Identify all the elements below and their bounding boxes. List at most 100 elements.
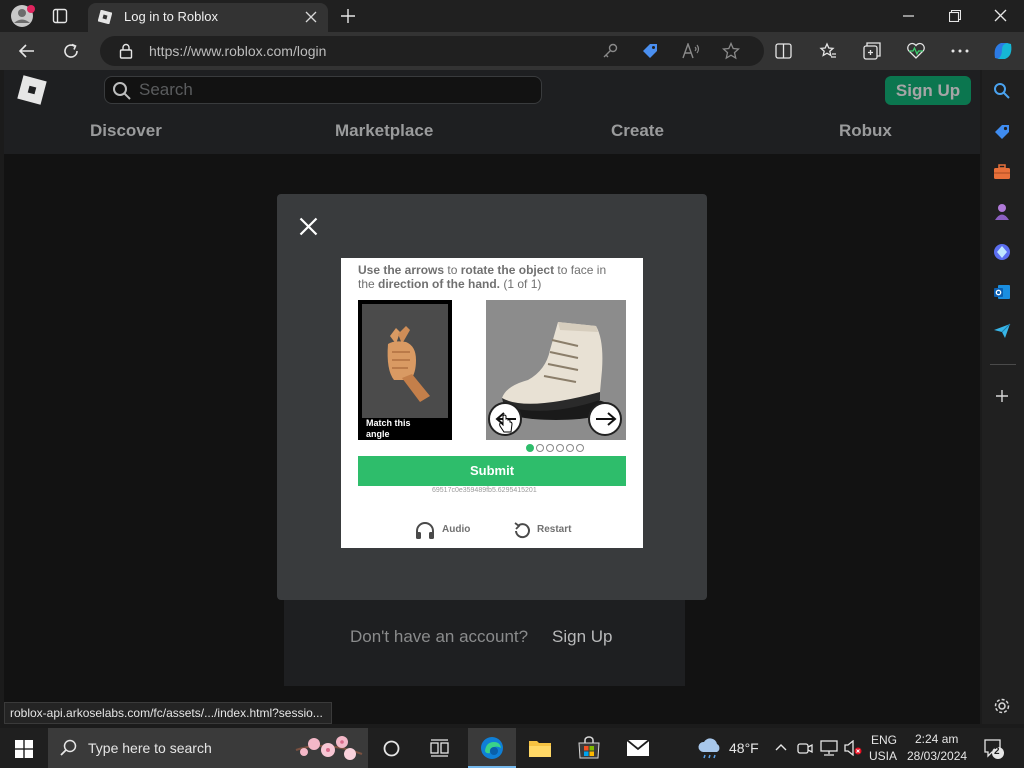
nav-discover[interactable]: Discover xyxy=(90,121,162,141)
favorite-star-icon[interactable] xyxy=(722,42,740,60)
restart-button[interactable]: Restart xyxy=(513,520,577,542)
instr-end-1: to face in xyxy=(554,263,607,277)
close-window-icon[interactable] xyxy=(994,9,1007,22)
split-screen-icon[interactable] xyxy=(775,43,792,59)
nav-create[interactable]: Create xyxy=(611,121,664,141)
close-tab-icon[interactable] xyxy=(305,11,317,23)
sidebar-search-icon[interactable] xyxy=(993,82,1011,100)
read-aloud-icon[interactable] xyxy=(682,43,700,59)
favorites-icon[interactable] xyxy=(819,42,837,60)
instr-bold-1: Use the arrows xyxy=(358,263,445,277)
weather-temp[interactable]: 48°F xyxy=(729,740,759,756)
refresh-icon[interactable] xyxy=(62,42,80,60)
roblox-favicon-icon xyxy=(98,10,112,24)
audio-button[interactable]: Audio xyxy=(415,520,475,542)
copilot-icon[interactable] xyxy=(990,38,1016,64)
close-modal-icon[interactable] xyxy=(299,217,318,236)
progress-dots xyxy=(526,444,584,452)
web-page: Search Sign Up Discover Marketplace Crea… xyxy=(4,70,980,724)
browser-essentials-icon[interactable] xyxy=(906,42,926,60)
tab-title: Log in to Roblox xyxy=(124,9,218,24)
search-icon xyxy=(112,81,132,101)
language-region[interactable]: USIA xyxy=(869,749,897,763)
sidebar-shopping-icon[interactable] xyxy=(993,123,1011,141)
match-label: Match this angle xyxy=(366,418,411,439)
signup-button-label: Sign Up xyxy=(895,81,961,100)
show-hidden-icons-icon[interactable] xyxy=(775,743,787,751)
back-icon[interactable] xyxy=(18,42,36,60)
arrow-right-icon xyxy=(596,412,617,426)
nav-marketplace[interactable]: Marketplace xyxy=(335,121,433,141)
windows-start-icon[interactable] xyxy=(15,740,33,758)
progress-dot xyxy=(556,444,564,452)
no-account-signup-link[interactable]: Sign Up xyxy=(552,627,612,647)
task-view-icon[interactable] xyxy=(430,739,450,757)
sidebar-outlook-icon[interactable] xyxy=(993,283,1011,301)
language-code[interactable]: ENG xyxy=(871,733,897,747)
progress-dot xyxy=(566,444,574,452)
taskbar-search-icon xyxy=(60,739,78,757)
restore-icon[interactable] xyxy=(949,10,961,22)
profile-avatar-icon[interactable] xyxy=(10,4,36,28)
microsoft-store-icon[interactable] xyxy=(577,736,601,760)
edge-sidebar xyxy=(982,70,1024,724)
instr-mid-1: to xyxy=(444,263,461,277)
instr-end-2: (1 of 1) xyxy=(500,277,542,291)
sidebar-divider xyxy=(990,364,1016,365)
mail-icon[interactable] xyxy=(626,739,650,757)
reference-hand-image: Match this angle xyxy=(358,300,452,440)
sidebar-settings-icon[interactable] xyxy=(993,697,1011,715)
session-id: 69517c0e359489fb5.6295415201 xyxy=(432,487,537,494)
roblox-search-box[interactable]: Search xyxy=(104,76,542,104)
tab-roblox-login[interactable]: Log in to Roblox xyxy=(88,3,328,32)
instr-bold-3: direction of the hand. xyxy=(378,277,501,291)
sidebar-games-icon[interactable] xyxy=(993,203,1011,221)
status-bar: roblox-api.arkoselabs.com/fc/assets/.../… xyxy=(4,702,332,724)
sidebar-add-icon[interactable] xyxy=(995,389,1009,403)
taskbar-search-box[interactable]: Type here to search xyxy=(48,728,368,768)
meet-now-icon[interactable] xyxy=(797,740,813,756)
no-account-text: Don't have an account? xyxy=(350,627,529,646)
lock-icon[interactable] xyxy=(119,43,133,59)
cortana-icon[interactable] xyxy=(383,740,400,757)
status-url: roblox-api.arkoselabs.com/fc/assets/.../… xyxy=(10,706,323,720)
progress-dot xyxy=(526,444,534,452)
weather-icon[interactable] xyxy=(697,736,723,760)
collections-icon[interactable] xyxy=(863,42,881,60)
clock-date[interactable]: 28/03/2024 xyxy=(907,749,967,763)
network-icon[interactable] xyxy=(820,740,838,756)
progress-dot xyxy=(576,444,584,452)
taskbar-edge-button[interactable] xyxy=(468,728,516,768)
captcha-modal: Use the arrows to rotate the object to f… xyxy=(277,194,707,600)
url-text: https://www.roblox.com/login xyxy=(149,43,327,59)
nav-robux[interactable]: Robux xyxy=(839,121,892,141)
cherry-blossom-icon xyxy=(295,736,363,760)
taskbar-search-placeholder: Type here to search xyxy=(88,740,212,756)
mouse-hand-cursor-icon xyxy=(499,414,513,433)
notifications-icon[interactable]: 2 xyxy=(983,738,1005,760)
submit-button[interactable]: Submit xyxy=(358,456,626,486)
roblox-logo-icon[interactable] xyxy=(16,74,48,106)
tab-actions-icon[interactable] xyxy=(52,8,68,24)
new-tab-icon[interactable] xyxy=(340,8,356,24)
sidebar-tools-icon[interactable] xyxy=(993,164,1011,180)
submit-label: Submit xyxy=(469,463,515,478)
instr-bold-2: rotate the object xyxy=(460,263,555,277)
file-explorer-icon[interactable] xyxy=(528,738,552,758)
shopping-tag-icon[interactable] xyxy=(641,42,659,60)
signup-button[interactable]: Sign Up xyxy=(885,76,971,105)
progress-dot xyxy=(546,444,554,452)
sidebar-drop-icon[interactable] xyxy=(993,323,1011,339)
clock-time[interactable]: 2:24 am xyxy=(915,732,958,746)
rotating-object-image xyxy=(486,300,626,440)
volume-muted-icon[interactable] xyxy=(844,740,862,756)
restart-label: Restart xyxy=(537,524,572,535)
headphones-icon xyxy=(416,522,434,539)
rotate-right-button[interactable] xyxy=(588,402,622,436)
more-options-icon[interactable] xyxy=(951,49,969,53)
sidebar-copilot-icon[interactable] xyxy=(993,243,1011,261)
roblox-header: Search Sign Up Discover Marketplace Crea… xyxy=(4,70,980,154)
password-key-icon[interactable] xyxy=(602,43,618,59)
address-bar[interactable]: https://www.roblox.com/login xyxy=(100,36,764,66)
minimize-icon[interactable] xyxy=(903,10,915,22)
